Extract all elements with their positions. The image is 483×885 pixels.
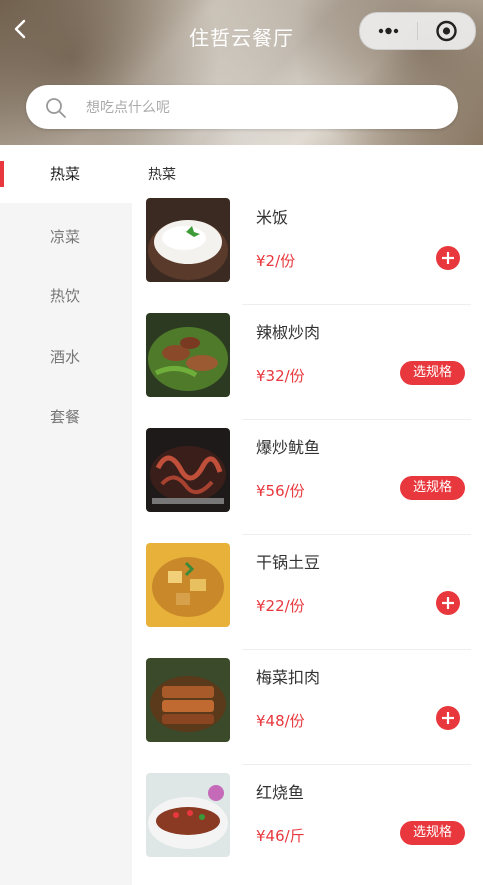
dish-image [146, 658, 230, 742]
dish-price: ¥2/份 [256, 252, 296, 270]
list-item[interactable]: 红烧鱼 ¥46/斤 选规格 [132, 765, 483, 880]
dish-name: 红烧鱼 [256, 783, 305, 802]
mini-program-capsule [359, 12, 476, 50]
select-spec-button[interactable]: 选规格 [400, 361, 465, 385]
search-bar[interactable] [26, 85, 458, 129]
dish-name: 干锅土豆 [256, 553, 321, 572]
list-item[interactable]: 梅菜扣肉 ¥48/份 [132, 650, 483, 765]
dish-price: ¥32/份 [256, 367, 305, 385]
menu-list: 热菜 米饭 ¥2/份 辣椒炒肉 ¥32/份 选规格 爆炒鱿鱼 ¥56/份 选规格… [132, 145, 483, 885]
search-icon [46, 98, 66, 118]
sidebar-item-set-meals[interactable]: 套餐 [0, 388, 132, 446]
list-item[interactable]: 爆炒鱿鱼 ¥56/份 选规格 [132, 420, 483, 535]
header-banner: 住哲云餐厅 [0, 0, 483, 145]
more-icon[interactable] [360, 13, 417, 49]
dish-price: ¥56/份 [256, 482, 305, 500]
list-item[interactable]: 辣椒炒肉 ¥32/份 选规格 [132, 305, 483, 420]
category-sidebar: 热菜 凉菜 热饮 酒水 套餐 [0, 145, 132, 885]
add-icon[interactable] [436, 246, 460, 270]
dish-image [146, 773, 230, 857]
sidebar-item-hot-drinks[interactable]: 热饮 [0, 267, 132, 325]
sidebar-item-drinks[interactable]: 酒水 [0, 328, 132, 386]
select-spec-button[interactable]: 选规格 [400, 476, 465, 500]
dish-image [146, 543, 230, 627]
dish-name: 米饭 [256, 208, 289, 227]
section-title: 热菜 [148, 167, 176, 183]
add-icon[interactable] [436, 706, 460, 730]
select-spec-button[interactable]: 选规格 [400, 821, 465, 845]
dish-price: ¥22/份 [256, 597, 305, 615]
dish-image [146, 428, 230, 512]
close-icon[interactable] [418, 13, 475, 49]
sidebar-item-cold-dishes[interactable]: 凉菜 [0, 208, 132, 266]
list-item[interactable]: 米饭 ¥2/份 [132, 190, 483, 305]
dish-name: 梅菜扣肉 [256, 668, 321, 687]
dish-image [146, 198, 230, 282]
dish-price: ¥48/份 [256, 712, 305, 730]
add-icon[interactable] [436, 591, 460, 615]
sidebar-item-hot-dishes[interactable]: 热菜 [0, 145, 132, 203]
dish-name: 辣椒炒肉 [256, 323, 321, 342]
list-item[interactable]: 干锅土豆 ¥22/份 [132, 535, 483, 650]
dish-price: ¥46/斤 [256, 827, 305, 845]
search-input[interactable] [84, 95, 448, 121]
dish-name: 爆炒鱿鱼 [256, 438, 321, 457]
dish-image [146, 313, 230, 397]
